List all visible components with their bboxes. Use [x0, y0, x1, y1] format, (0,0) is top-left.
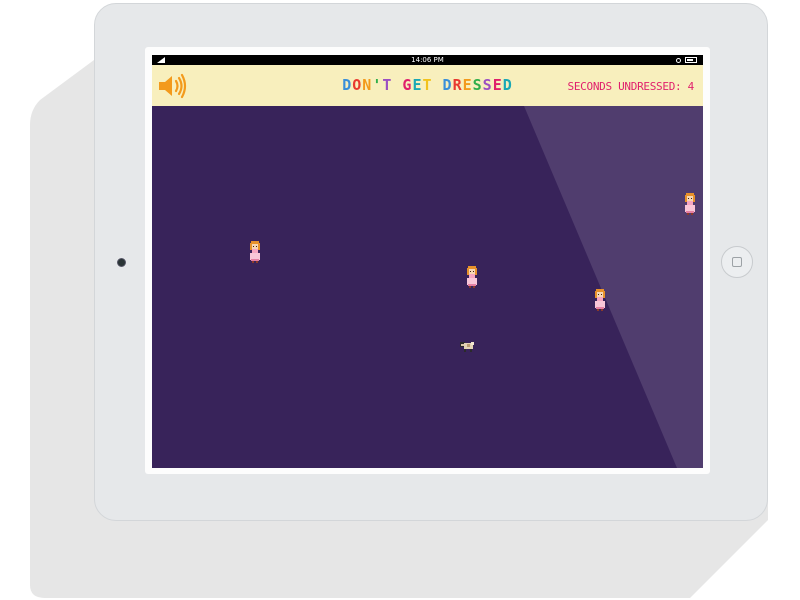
game-header: DON'T GET DRESSED SECONDS UNDRESSED: 4: [152, 65, 703, 106]
title-letter: R: [452, 76, 463, 94]
dresser-girl-3[interactable]: [592, 288, 608, 312]
title-letter: [392, 76, 402, 94]
player-pug[interactable]: [458, 339, 476, 353]
screen-glare: [524, 106, 703, 468]
girl-in-pink-dress-sprite: [685, 193, 695, 215]
title-letter: S: [472, 76, 483, 94]
battery-icon: [685, 57, 697, 63]
title-letter: O: [352, 76, 363, 94]
dresser-girl-2[interactable]: [464, 265, 480, 289]
timer-value: 4: [687, 80, 695, 93]
status-bar: 14:06 PM: [152, 55, 703, 65]
home-square-icon: [732, 257, 742, 267]
playfield[interactable]: [152, 106, 703, 468]
camera-icon: [117, 258, 126, 267]
rotation-lock-icon: [676, 57, 681, 63]
dresser-girl-1[interactable]: [247, 240, 263, 264]
seconds-undressed-counter: SECONDS UNDRESSED: 4: [567, 80, 695, 93]
game-screen: 14:06 PM DON'T GET DRESSED SECONDS UNDRE…: [152, 55, 703, 468]
title-letter: G: [402, 76, 413, 94]
girl-in-pink-dress-sprite: [467, 266, 477, 288]
title-letter: E: [462, 76, 473, 94]
title-letter: T: [422, 76, 433, 94]
girl-in-pink-dress-sprite: [250, 241, 260, 263]
timer-label: SECONDS UNDRESSED:: [567, 80, 682, 93]
title-letter: D: [502, 76, 513, 94]
title-letter: D: [442, 76, 453, 94]
girl-in-pink-dress-sprite: [595, 289, 605, 311]
status-time: 14:06 PM: [411, 56, 444, 64]
title-letter: S: [482, 76, 493, 94]
title-letter: E: [412, 76, 423, 94]
home-button[interactable]: [721, 246, 753, 278]
dresser-girl-4[interactable]: [682, 192, 698, 216]
naked-pug-sprite: [460, 342, 474, 352]
title-letter: [433, 76, 443, 94]
title-letter: D: [342, 76, 353, 94]
title-letter: E: [492, 76, 503, 94]
title-letter: T: [382, 76, 393, 94]
title-letter: ': [372, 76, 383, 94]
device-mockup: 14:06 PM DON'T GET DRESSED SECONDS UNDRE…: [0, 0, 800, 600]
title-letter: N: [362, 76, 373, 94]
